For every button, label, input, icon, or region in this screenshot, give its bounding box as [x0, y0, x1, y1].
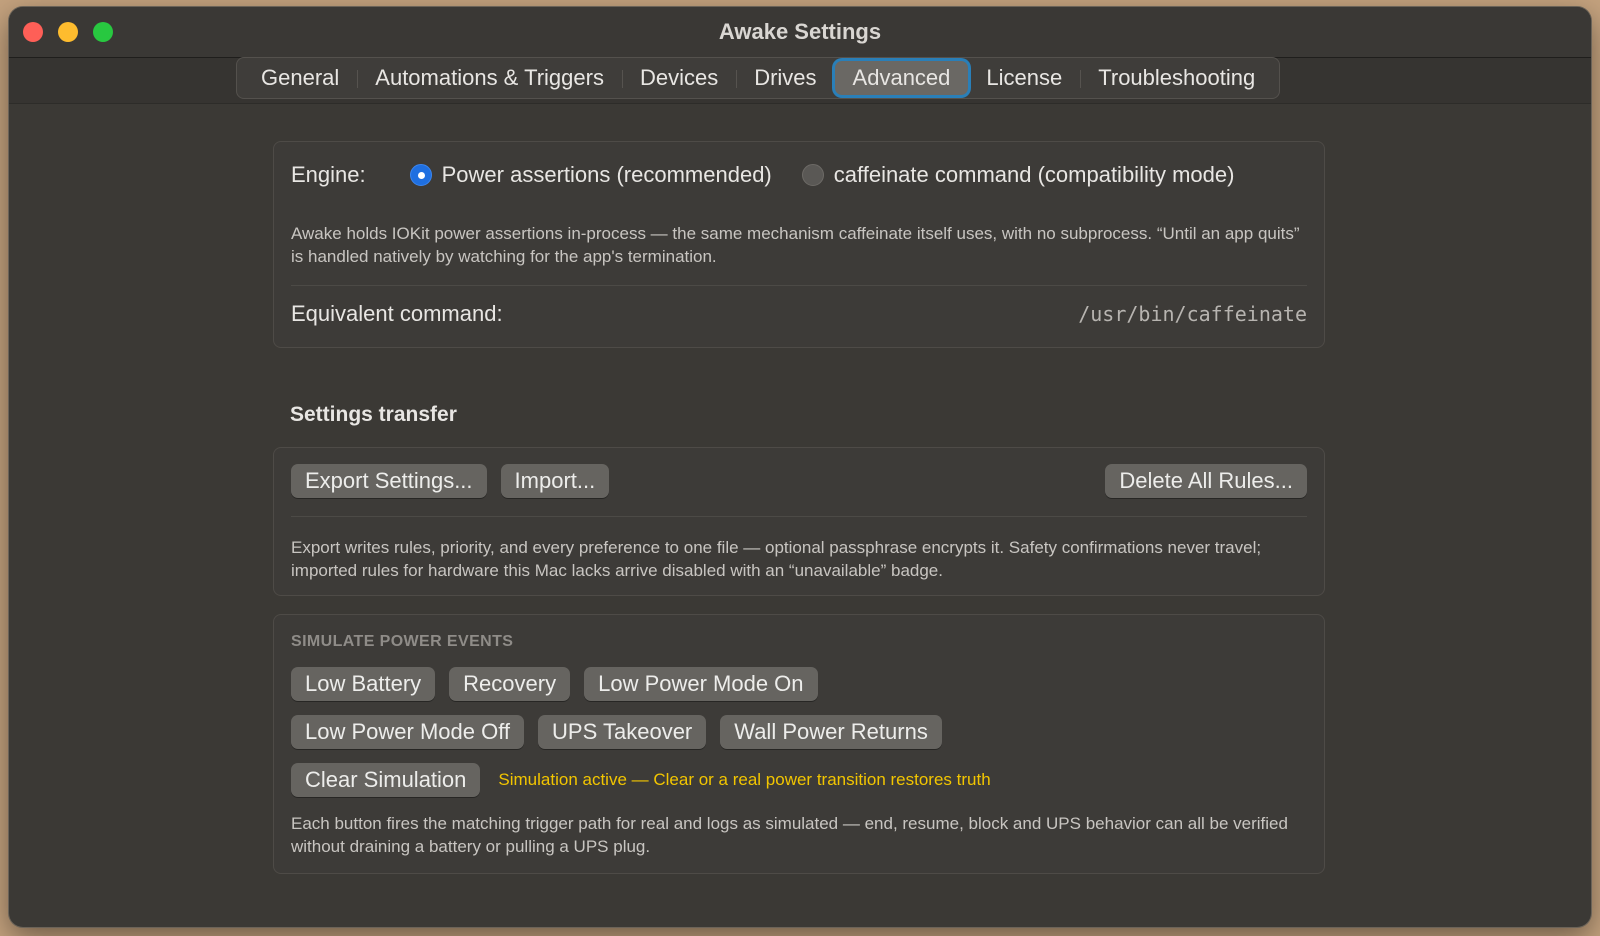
radio-unselected-icon[interactable]: [801, 164, 824, 186]
tab-troubleshooting[interactable]: Troubleshooting: [1080, 61, 1273, 95]
engine-option-power-assertions[interactable]: Power assertions (recommended): [409, 162, 772, 188]
simulate-description: Each button fires the matching trigger p…: [291, 814, 1288, 856]
low-battery-button[interactable]: Low Battery: [291, 667, 436, 701]
tab-license[interactable]: License: [968, 61, 1080, 95]
radio-selected-icon[interactable]: [409, 164, 432, 186]
simulate-row-3: Clear Simulation Simulation active — Cle…: [291, 763, 991, 797]
tab-general[interactable]: General: [243, 61, 357, 95]
transfer-buttons-row: Export Settings... Import... Delete All …: [291, 464, 1307, 498]
engine-label: Engine:: [291, 162, 366, 187]
tab-automations-triggers[interactable]: Automations & Triggers: [357, 61, 622, 95]
transfer-left-buttons: Export Settings... Import...: [291, 464, 610, 498]
title-bar: Awake Settings: [9, 7, 1591, 58]
transfer-description: Export writes rules, priority, and every…: [291, 538, 1262, 580]
settings-transfer-panel: Export Settings... Import... Delete All …: [273, 447, 1325, 596]
engine-description: Awake holds IOKit power assertions in-pr…: [291, 224, 1300, 266]
export-settings-button[interactable]: Export Settings...: [291, 464, 487, 498]
low-power-mode-on-button[interactable]: Low Power Mode On: [584, 667, 818, 701]
engine-option-power-label: Power assertions (recommended): [441, 162, 772, 187]
equivalent-command-label: Equivalent command:: [291, 301, 503, 326]
engine-row: Engine: Power assertions (recommended) c…: [291, 160, 1307, 190]
engine-option-caffeinate[interactable]: caffeinate command (compatibility mode): [801, 162, 1235, 188]
tab-advanced[interactable]: Advanced: [834, 61, 969, 95]
engine-panel: Engine: Power assertions (recommended) c…: [273, 141, 1325, 348]
delete-all-rules-button[interactable]: Delete All Rules...: [1105, 464, 1307, 498]
simulation-status-text: Simulation active — Clear or a real powe…: [498, 770, 991, 789]
simulate-power-events-panel: SIMULATE POWER EVENTS Low Battery Recove…: [273, 614, 1325, 874]
import-button[interactable]: Import...: [500, 464, 610, 498]
settings-window: Awake Settings General Automations & Tri…: [9, 7, 1591, 927]
low-power-mode-off-button[interactable]: Low Power Mode Off: [291, 715, 525, 749]
wall-power-returns-button[interactable]: Wall Power Returns: [720, 715, 942, 749]
tab-bar: General Automations & Triggers Devices D…: [236, 57, 1281, 99]
clear-simulation-button[interactable]: Clear Simulation: [291, 763, 481, 797]
window-title: Awake Settings: [718, 19, 882, 44]
transfer-divider: [291, 516, 1307, 517]
tab-drives[interactable]: Drives: [736, 61, 834, 95]
settings-transfer-heading: Settings transfer: [290, 403, 457, 426]
simulate-row-1: Low Battery Recovery Low Power Mode On: [291, 667, 818, 701]
advanced-content: Engine: Power assertions (recommended) c…: [9, 104, 1591, 927]
equivalent-command-value: /usr/bin/caffeinate: [1078, 302, 1307, 326]
equivalent-command-row: Equivalent command: /usr/bin/caffeinate: [291, 299, 1307, 329]
simulate-row-2: Low Power Mode Off UPS Takeover Wall Pow…: [291, 715, 942, 749]
ups-takeover-button[interactable]: UPS Takeover: [538, 715, 707, 749]
engine-option-caffeinate-label: caffeinate command (compatibility mode): [833, 162, 1235, 187]
engine-divider: [291, 285, 1307, 286]
tab-devices[interactable]: Devices: [621, 61, 736, 95]
recovery-button[interactable]: Recovery: [449, 667, 571, 701]
simulate-power-events-heading: SIMULATE POWER EVENTS: [291, 633, 514, 650]
